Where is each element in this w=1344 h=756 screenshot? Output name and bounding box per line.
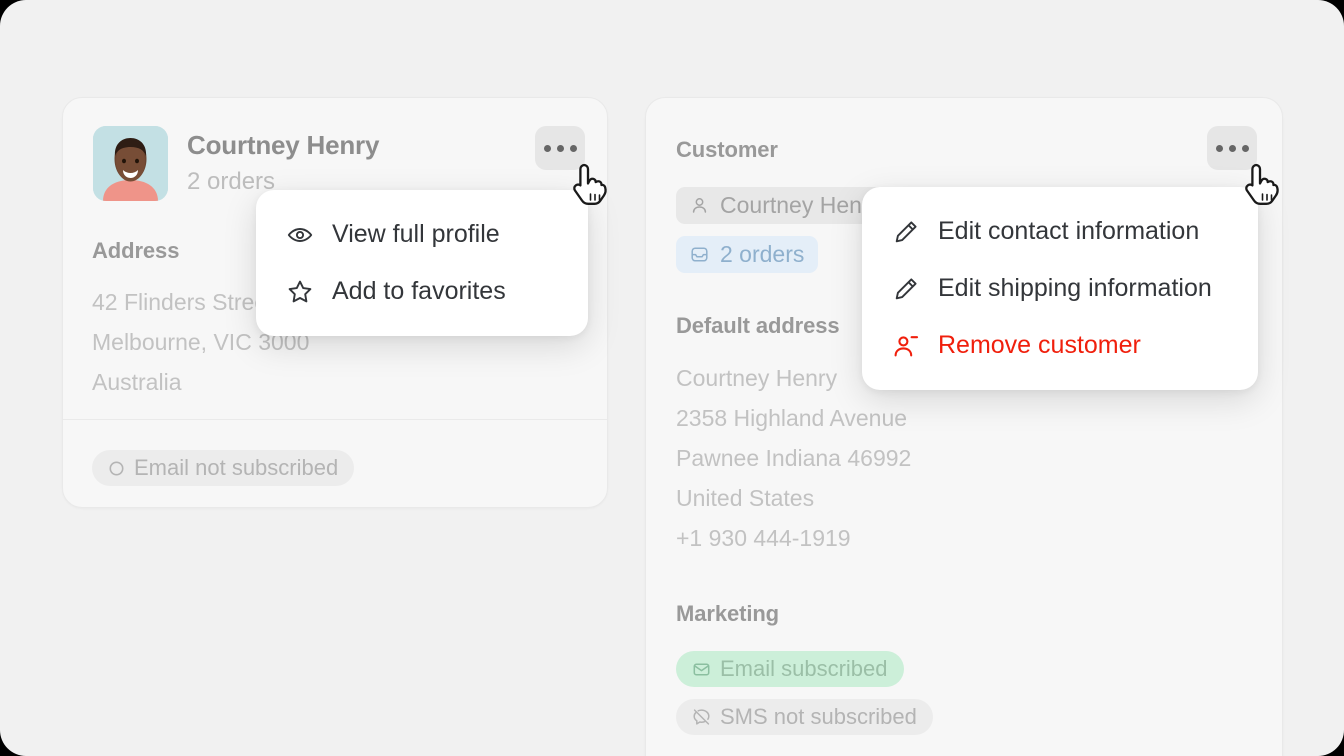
dot (557, 145, 564, 152)
dot (544, 145, 551, 152)
status-badge-label: Email not subscribed (134, 455, 338, 481)
page-root: Courtney Henry 2 orders Address 42 Flind… (0, 0, 1344, 756)
status-badge-email-subscribed: Email subscribed (676, 651, 904, 687)
star-icon (286, 278, 313, 305)
person-minus-icon (892, 332, 919, 359)
inbox-icon (690, 245, 709, 264)
address-line: Pawnee Indiana 46992 (676, 438, 911, 478)
orders-chip-label: 2 orders (720, 241, 804, 268)
menu-item-add-to-favorites[interactable]: Add to favorites (256, 263, 588, 320)
address-line: 2358 Highland Avenue (676, 398, 911, 438)
address-line: United States (676, 478, 911, 518)
customer-identity: Courtney Henry 2 orders (187, 126, 379, 195)
eye-icon (286, 221, 313, 248)
pencil-icon (892, 218, 919, 245)
sms-off-icon (692, 708, 711, 727)
dot (1242, 145, 1249, 152)
avatar (93, 126, 168, 201)
context-menu-right: Edit contact information Edit shipping i… (862, 187, 1258, 390)
pointer-cursor-left (568, 160, 612, 212)
status-badge-sms-not-subscribed: SMS not subscribed (676, 699, 933, 735)
card-divider (63, 419, 607, 420)
status-badge-email-not-subscribed: Email not subscribed (92, 450, 354, 486)
customer-name: Courtney Henry (187, 131, 379, 160)
menu-item-label: View full profile (332, 220, 500, 249)
dot (1216, 145, 1223, 152)
pencil-icon (892, 275, 919, 302)
menu-item-label: Edit contact information (938, 217, 1199, 246)
person-icon (690, 196, 709, 215)
marketing-section-title: Marketing (676, 601, 779, 627)
address-line: +1 930 444-1919 (676, 518, 911, 558)
menu-item-view-full-profile[interactable]: View full profile (256, 206, 588, 263)
menu-item-label: Edit shipping information (938, 274, 1212, 303)
menu-item-label: Add to favorites (332, 277, 506, 306)
address-line: Australia (92, 362, 309, 402)
status-badge-label: Email subscribed (720, 656, 888, 682)
default-address-section-title: Default address (676, 313, 840, 339)
status-badge-label: SMS not subscribed (720, 704, 917, 730)
customer-chip-label: Courtney Henry (720, 192, 881, 219)
email-off-icon (108, 460, 125, 477)
menu-item-edit-shipping-information[interactable]: Edit shipping information (862, 260, 1258, 317)
pointer-cursor-right (1240, 160, 1284, 212)
customer-section-title: Customer (676, 137, 778, 163)
address-section-title: Address (92, 238, 179, 264)
dot (570, 145, 577, 152)
mail-icon (692, 660, 711, 679)
menu-item-edit-contact-information[interactable]: Edit contact information (862, 203, 1258, 260)
menu-item-remove-customer[interactable]: Remove customer (862, 317, 1258, 374)
orders-count-chip[interactable]: 2 orders (676, 236, 818, 273)
menu-item-label: Remove customer (938, 331, 1141, 360)
dot (1229, 145, 1236, 152)
context-menu-left: View full profile Add to favorites (256, 190, 588, 336)
